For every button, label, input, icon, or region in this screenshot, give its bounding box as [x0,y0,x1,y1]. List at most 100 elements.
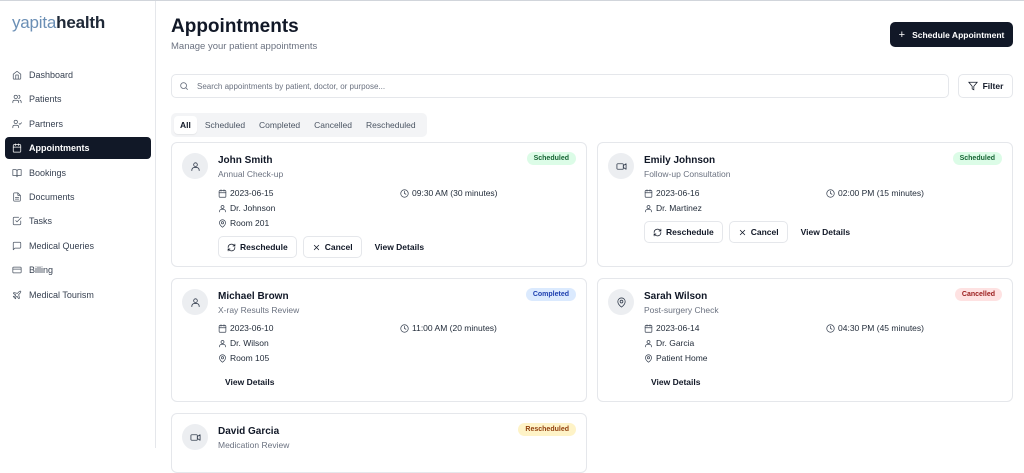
appointment-type-avatar [608,289,634,315]
user-icon [219,204,226,212]
appointment-type-avatar [182,153,208,179]
cancel-button[interactable]: Cancel [728,221,788,243]
appointment-location: Patient Home [644,353,708,363]
home-icon [12,70,22,80]
sidebar-item-label: Medical Queries [29,240,95,251]
sidebar-item-tasks[interactable]: Tasks [5,210,151,232]
search-icon [180,82,189,91]
filter-icon [967,81,978,91]
view-details-button[interactable]: View Details [644,371,707,393]
close-icon [739,229,745,235]
sidebar-item-dashboard[interactable]: Dashboard [5,64,151,86]
user-icon [190,297,200,307]
page-title: Appointments [171,16,299,37]
appointment-date: 2023-06-14 [644,323,699,333]
tab-completed[interactable]: Completed [253,116,306,134]
sidebar-item-documents[interactable]: Documents [5,186,151,208]
appointment-date: 2023-06-16 [644,188,699,198]
users-icon [12,95,22,104]
patient-name: David Garcia [218,426,280,437]
calendar-icon [12,143,22,153]
view-details-button[interactable]: View Details [368,236,431,258]
credit-card-icon [12,266,22,274]
tab-cancelled[interactable]: Cancelled [308,116,358,134]
status-badge: Cancelled [954,288,1002,301]
appointment-location: Room 201 [218,218,269,228]
appointment-card: John Smith Annual Check-up Scheduled 202… [171,142,587,267]
view-details-button[interactable]: View Details [218,371,281,393]
check-square-icon [12,217,22,226]
appointment-type-avatar [608,153,634,179]
map-pin-icon [645,353,652,363]
appointment-type-avatar [182,289,208,315]
appointment-time: 11:00 AM (20 minutes) [400,323,497,333]
refresh-icon [653,228,662,236]
calendar-icon [644,323,653,333]
tab-rescheduled[interactable]: Rescheduled [360,116,422,134]
status-tabs: All Scheduled Completed Cancelled Resche… [171,113,427,137]
sidebar-item-label: Appointments [29,143,90,154]
view-details-button[interactable]: View Details [794,221,857,243]
map-pin-icon [219,353,226,363]
sidebar-item-bookings[interactable]: Bookings [5,162,151,184]
appointment-doctor: Dr. Garcia [644,338,694,348]
sidebar-item-label: Bookings [29,167,67,178]
appointment-location: Room 105 [218,353,269,363]
sidebar-item-label: Medical Tourism [29,289,94,300]
appointment-time: 09:30 AM (30 minutes) [400,188,498,198]
appointment-type-avatar [182,424,208,450]
calendar-icon [218,188,227,198]
schedule-appointment-button[interactable]: + Schedule Appointment [890,22,1013,47]
sidebar-item-label: Partners [29,118,64,129]
appointment-card: Emily Johnson Follow-up Consultation Sch… [597,142,1013,267]
status-badge: Scheduled [952,152,1002,165]
appointment-doctor: Dr. Johnson [218,203,275,213]
sidebar-item-appointments[interactable]: Appointments [5,137,151,160]
card-actions: Reschedule Cancel View Details [218,236,431,258]
user-icon [645,204,652,212]
app-logo[interactable]: yapitahealth [12,13,105,33]
search-input[interactable] [197,81,937,91]
cancel-button[interactable]: Cancel [302,236,362,258]
reschedule-button[interactable]: Reschedule [644,221,723,243]
sidebar-item-patients[interactable]: Patients [5,88,151,110]
sidebar-item-billing[interactable]: Billing [5,259,151,281]
status-badge: Completed [525,288,576,301]
patient-name: John Smith [218,155,273,166]
appointment-purpose: X-ray Results Review [218,305,300,315]
plane-icon [12,290,22,299]
user-icon [219,339,226,347]
sidebar-item-partners[interactable]: Partners [5,113,151,135]
book-icon [12,168,22,177]
filter-button[interactable]: Filter [958,74,1013,98]
sidebar: yapitahealth Dashboard Patients Partners… [0,1,156,448]
appointment-card: Michael Brown X-ray Results Review Compl… [171,278,587,402]
appointment-purpose: Annual Check-up [218,169,284,179]
appointment-time: 02:00 PM (15 minutes) [826,188,924,198]
appointment-date: 2023-06-10 [218,323,273,333]
video-icon [190,433,200,441]
appointment-purpose: Follow-up Consultation [644,169,731,179]
status-badge: Rescheduled [518,423,576,436]
appointment-date: 2023-06-15 [218,188,273,198]
clock-icon [400,323,409,333]
reschedule-button[interactable]: Reschedule [218,236,297,258]
card-actions: View Details [218,371,281,393]
sidebar-item-medical-queries[interactable]: Medical Queries [5,235,151,257]
patient-name: Michael Brown [218,291,289,302]
calendar-icon [644,188,653,198]
appointment-time: 04:30 PM (45 minutes) [826,323,924,333]
video-icon [616,162,626,170]
card-actions: View Details [644,371,707,393]
plus-icon: + [898,28,906,41]
patient-name: Sarah Wilson [644,291,708,302]
sidebar-item-medical-tourism[interactable]: Medical Tourism [5,284,151,306]
tab-all[interactable]: All [174,116,197,134]
tab-scheduled[interactable]: Scheduled [199,116,251,134]
sidebar-item-label: Documents [29,191,75,202]
appointment-purpose: Post-surgery Check [644,305,719,315]
refresh-icon [227,243,236,251]
sidebar-item-label: Dashboard [29,70,74,80]
map-pin-icon [219,218,226,228]
appointment-card: David Garcia Medication Review Reschedul… [171,413,587,473]
